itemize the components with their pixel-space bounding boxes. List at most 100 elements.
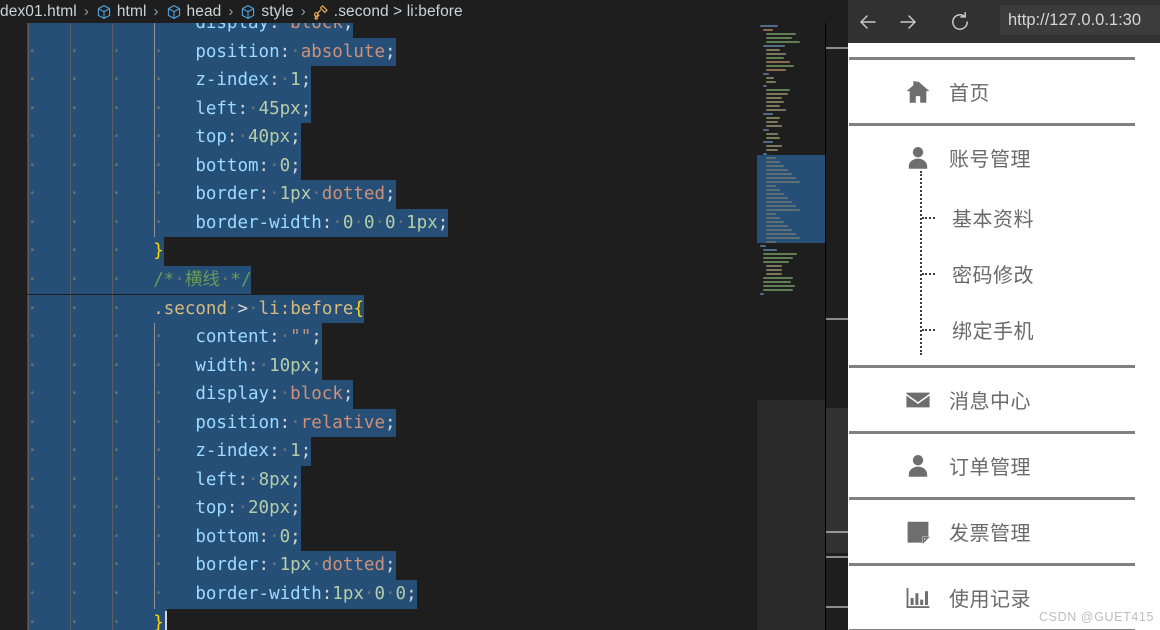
code-line[interactable]: · · · · display:·block;	[0, 23, 752, 38]
code-token: ;	[300, 98, 312, 119]
code-line[interactable]: · · · · position:·absolute;	[0, 37, 752, 67]
code-token: ·	[269, 184, 280, 205]
code-line[interactable]: · · · .second·>·li:before{	[0, 294, 752, 324]
breadcrumb-item-4[interactable]: .second > li:before	[313, 3, 463, 21]
menu-item-2[interactable]: 消息中心	[849, 368, 1135, 431]
code-token: 1	[290, 441, 301, 462]
code-token: :	[321, 212, 333, 233]
code-line[interactable]: · · · · left:·45px;	[0, 94, 752, 124]
menu-item-1[interactable]: 账号管理	[849, 126, 1135, 189]
code-token: block	[290, 23, 343, 33]
indent-guide	[112, 465, 114, 495]
submenu-item-1-1[interactable]: 密码修改	[849, 245, 1135, 301]
code-line[interactable]: · · · · z-index:·1;	[0, 66, 752, 95]
indent-guide	[112, 580, 114, 609]
indent-guide	[28, 294, 29, 324]
code-line[interactable]: · · · · left:·8px;	[0, 465, 752, 495]
minimap-line	[766, 57, 784, 59]
code-line[interactable]: · · · · top:·20px;	[0, 494, 752, 523]
code-content-area[interactable]: · · · · display:·block; · · · · position:…	[0, 23, 752, 630]
code-token: display	[195, 23, 270, 33]
code-line-text: position:·relative;	[195, 408, 396, 438]
code-line[interactable]: · · · · display:·block;	[0, 380, 752, 409]
whitespace-dots: · · ·	[27, 612, 154, 630]
menu-item-0[interactable]: 首页	[849, 60, 1135, 123]
code-line[interactable]: · · · · width:·10px;	[0, 351, 752, 381]
breadcrumb[interactable]: dex01.html › html › head › style › .second > li:…	[0, 0, 848, 23]
breadcrumb-item-3[interactable]: style	[240, 2, 294, 21]
editor-vertical-scrollbar-thumb[interactable]	[826, 408, 848, 553]
code-token: :	[279, 41, 291, 62]
code-line[interactable]: · · · · border:·1px·dotted;	[0, 180, 752, 209]
minimap-line	[766, 93, 788, 95]
indent-guide	[154, 151, 156, 181]
address-bar[interactable]: http://127.0.0.1:30	[1000, 5, 1160, 35]
menu-item-4[interactable]: 发票管理	[849, 500, 1135, 563]
code-line-text: border-width:·0·0·0·1px;	[195, 208, 449, 238]
breadcrumb-item-label: head	[186, 2, 222, 20]
breadcrumb-item-1[interactable]: html	[96, 3, 147, 21]
submenu-item-1-0[interactable]: 基本资料	[849, 189, 1135, 245]
submenu: 基本资料 密码修改 绑定手机	[849, 171, 1135, 365]
indent-guide	[154, 522, 156, 552]
code-token: ·	[279, 441, 291, 462]
code-line[interactable]: · · · · top:·40px;	[0, 123, 752, 152]
minimap-line	[763, 281, 791, 283]
sidebar-menu: 首页 账号管理 基本资料 密码修改 绑定手机 消息中心 订单管理 发票管理 使用记录	[849, 57, 1135, 630]
code-line[interactable]: · · · · position:·relative;	[0, 408, 752, 438]
minimap-line	[766, 229, 792, 231]
code-token: :	[258, 184, 270, 205]
breadcrumb-item-0[interactable]: dex01.html	[0, 3, 77, 21]
indent-guide	[28, 351, 29, 381]
code-line[interactable]: · · · · bottom:·0;	[0, 151, 752, 181]
code-line[interactable]: · · · }	[0, 608, 752, 630]
home-icon	[905, 79, 931, 105]
code-token: ·	[279, 70, 291, 91]
minimap-line	[766, 125, 782, 127]
code-token: ;	[300, 441, 312, 462]
back-icon[interactable]	[848, 2, 888, 42]
indent-guide	[112, 522, 114, 552]
code-line[interactable]: · · · · border:·1px·dotted;	[0, 551, 752, 580]
code-token: ;	[290, 526, 301, 547]
indent-guide	[70, 37, 72, 67]
code-line[interactable]: · · · /*·横线·*/	[0, 265, 752, 295]
submenu-item-1-2[interactable]: 绑定手机	[849, 301, 1135, 357]
indent-guide	[112, 265, 114, 295]
code-token: ·	[385, 584, 396, 604]
code-line[interactable]: · · · · z-index:·1;	[0, 437, 752, 466]
code-token: ·	[248, 98, 259, 119]
code-line-text: display:·block;	[195, 380, 354, 409]
minimap-line	[766, 185, 776, 187]
bar-chart-icon	[905, 585, 931, 611]
code-token: :	[237, 98, 249, 119]
code-line[interactable]: · · · · border-width:1px·0·0;	[0, 580, 752, 609]
code-line[interactable]: · · · · border-width:·0·0·0·1px;	[0, 208, 752, 238]
indent-guide	[112, 180, 114, 209]
indent-guide	[28, 151, 29, 181]
indent-guide	[28, 494, 29, 523]
code-token: ;	[342, 23, 354, 33]
breadcrumb-item-label: style	[261, 2, 294, 20]
minimap-line	[763, 249, 777, 251]
indent-guide	[28, 580, 29, 609]
code-token: ·	[279, 384, 291, 405]
code-token: ·	[290, 412, 301, 433]
menu-item-3[interactable]: 订单管理	[849, 434, 1135, 497]
minimap-line	[766, 133, 778, 135]
code-token: ;	[437, 212, 449, 233]
indent-guide	[70, 94, 72, 124]
breadcrumb-item-2[interactable]: head	[166, 3, 222, 21]
code-line[interactable]: · · · · bottom:·0;	[0, 522, 752, 552]
code-line[interactable]: · · · · content:·"";	[0, 323, 752, 352]
code-token: 0	[279, 526, 291, 547]
indent-guide	[28, 465, 29, 495]
code-line[interactable]: · · · }	[0, 237, 752, 266]
indent-guide	[70, 208, 72, 238]
reload-icon[interactable]	[940, 2, 980, 42]
editor-overview-ruler[interactable]	[826, 23, 848, 630]
minimap-viewport-slider[interactable]	[757, 400, 825, 630]
forward-icon[interactable]	[888, 2, 928, 42]
minimap-line	[760, 293, 764, 295]
indent-guide	[154, 494, 156, 523]
